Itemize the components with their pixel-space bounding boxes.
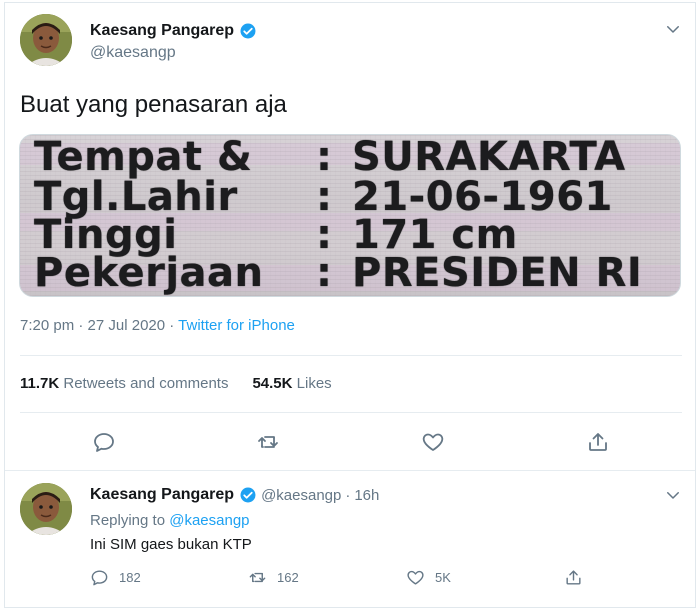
author-name-row[interactable]: Kaesang Pangarep [90, 22, 257, 40]
id-colon: : [316, 212, 333, 258]
retweet-icon[interactable] [256, 430, 280, 454]
like-icon[interactable] [421, 430, 445, 454]
id-value: SURAKARTA [352, 134, 626, 180]
tweet-source-link[interactable]: Twitter for iPhone [178, 317, 295, 334]
reply-icon[interactable] [92, 430, 116, 454]
like-icon [407, 570, 424, 585]
likes-count: 54.5K [252, 375, 293, 392]
reply-author-avatar[interactable] [20, 483, 72, 535]
retweet-icon [249, 572, 266, 583]
divider [20, 412, 682, 413]
author-handle[interactable]: @kaesangp [90, 44, 176, 62]
id-label: Tempat & [34, 134, 253, 180]
retweet-count: 162 [277, 570, 299, 585]
likes-label: Likes [296, 375, 332, 392]
share-icon[interactable] [586, 430, 610, 454]
reply-action[interactable]: 182 [90, 568, 141, 587]
likes-stat[interactable]: 54.5K Likes [252, 375, 331, 392]
share-icon [566, 570, 581, 585]
replying-to-mention[interactable]: @kaesangp [169, 512, 249, 529]
id-colon: : [316, 250, 333, 296]
reply-icon [91, 570, 108, 586]
reply-author-display-name[interactable]: Kaesang Pangarep [90, 486, 234, 504]
id-value: PRESIDEN RI [352, 250, 643, 296]
like-action[interactable]: 5K [406, 568, 451, 587]
id-label: Tinggi [34, 212, 178, 258]
id-value: 171 cm [352, 212, 518, 258]
tweet-text: Buat yang penasaran aja [20, 91, 287, 118]
id-label: Pekerjaan [34, 250, 264, 296]
divider [5, 470, 695, 471]
replying-prefix: Replying to [90, 512, 170, 529]
retweets-count: 11.7K [20, 375, 60, 392]
retweets-stat[interactable]: 11.7K Retweets and comments [20, 375, 228, 392]
reply-separator: · [345, 486, 351, 504]
id-colon: : [316, 134, 333, 180]
retweets-label: Retweets and comments [63, 375, 229, 392]
id-label: Tgl.Lahir [34, 174, 238, 220]
reply-text: Ini SIM gaes bukan KTP [90, 536, 252, 553]
tweet-timestamp-row: 7:20 pm · 27 Jul 2020 · Twitter for iPho… [20, 317, 295, 334]
reply-author-row[interactable]: Kaesang Pangarep @kaesangp · 16h [90, 486, 379, 504]
tweet-stats: 11.7K Retweets and comments 54.5K Likes [20, 375, 332, 392]
tweet-media-image[interactable]: Tempat & : SURAKARTA Tgl.Lahir : 21-06-1… [19, 134, 681, 297]
chevron-down-icon[interactable] [664, 486, 682, 504]
reply-time[interactable]: 16h [354, 487, 379, 504]
reply-author-handle[interactable]: @kaesangp [261, 487, 341, 504]
retweet-action[interactable]: 162 [248, 568, 299, 587]
author-avatar[interactable] [20, 14, 72, 66]
author-display-name[interactable]: Kaesang Pangarep [90, 22, 234, 40]
chevron-down-icon[interactable] [664, 20, 682, 38]
divider [20, 355, 682, 356]
reply-count: 182 [119, 570, 141, 585]
tweet-timestamp[interactable]: 7:20 pm · 27 Jul 2020 · [20, 317, 178, 334]
verified-badge-icon [239, 486, 257, 504]
verified-badge-icon [239, 22, 257, 40]
like-count: 5K [435, 570, 451, 585]
id-colon: : [316, 174, 333, 220]
id-value: 21-06-1961 [352, 174, 613, 220]
replying-to-line: Replying to @kaesangp [90, 512, 250, 529]
share-action[interactable] [564, 568, 583, 587]
